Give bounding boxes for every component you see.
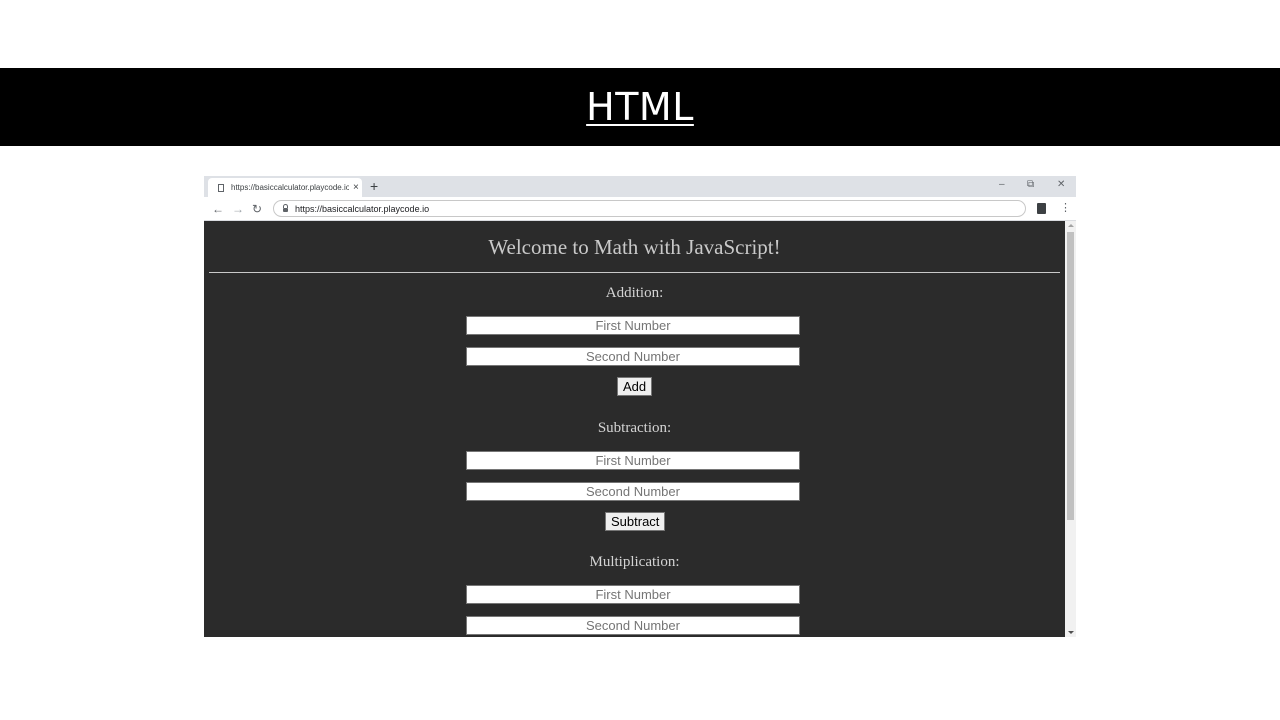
restore-button[interactable]: ⧉ <box>1027 179 1034 191</box>
subtract-button[interactable]: Subtract <box>605 512 666 531</box>
page-viewport: Welcome to Math with JavaScript! Additio… <box>204 221 1065 637</box>
reload-icon[interactable]: ↻ <box>252 201 262 217</box>
scrollbar-thumb[interactable] <box>1067 232 1074 520</box>
add-button[interactable]: Add <box>617 377 653 396</box>
new-tab-button[interactable]: + <box>370 178 378 195</box>
heading-divider <box>209 272 1060 273</box>
scroll-up-arrow-icon[interactable] <box>1068 224 1074 227</box>
page-icon <box>218 183 224 192</box>
multiplication-second-number-input[interactable] <box>466 616 800 635</box>
subtraction-second-number-input[interactable] <box>466 482 800 501</box>
address-bar[interactable]: https://basiccalculator.playcode.io <box>273 200 1026 217</box>
page-scrollbar[interactable] <box>1065 221 1076 637</box>
browser-tab[interactable]: https://basiccalculator.playcode.io/ × <box>208 178 362 197</box>
close-window-button[interactable]: ✕ <box>1057 179 1065 191</box>
multiplication-label: Multiplication: <box>589 554 680 570</box>
lock-icon <box>283 203 288 212</box>
addition-first-number-input[interactable] <box>466 316 800 335</box>
tab-bar: https://basiccalculator.playcode.io/ × +… <box>204 176 1076 197</box>
page-heading: Welcome to Math with JavaScript! <box>488 235 781 259</box>
tab-close-icon[interactable]: × <box>353 182 359 193</box>
forward-icon[interactable]: → <box>232 201 244 217</box>
slide-title-banner: HTML <box>0 68 1280 146</box>
multiplication-first-number-input[interactable] <box>466 585 800 604</box>
tab-title: https://basiccalculator.playcode.io/ <box>231 183 349 192</box>
back-icon[interactable]: ← <box>212 201 224 217</box>
slide-title: HTML <box>586 85 694 129</box>
browser-menu-icon[interactable]: ⋮ <box>1060 201 1071 215</box>
browser-toolbar: ← → ↻ https://basiccalculator.playcode.i… <box>204 197 1076 221</box>
browser-window: https://basiccalculator.playcode.io/ × +… <box>204 176 1076 637</box>
url-text: https://basiccalculator.playcode.io <box>295 203 430 214</box>
extension-icon[interactable] <box>1037 203 1046 214</box>
minimize-button[interactable]: – <box>999 179 1005 191</box>
scroll-down-arrow-icon[interactable] <box>1068 631 1074 634</box>
subtraction-first-number-input[interactable] <box>466 451 800 470</box>
subtraction-label: Subtraction: <box>597 420 672 436</box>
addition-second-number-input[interactable] <box>466 347 800 366</box>
addition-label: Addition: <box>605 285 664 301</box>
